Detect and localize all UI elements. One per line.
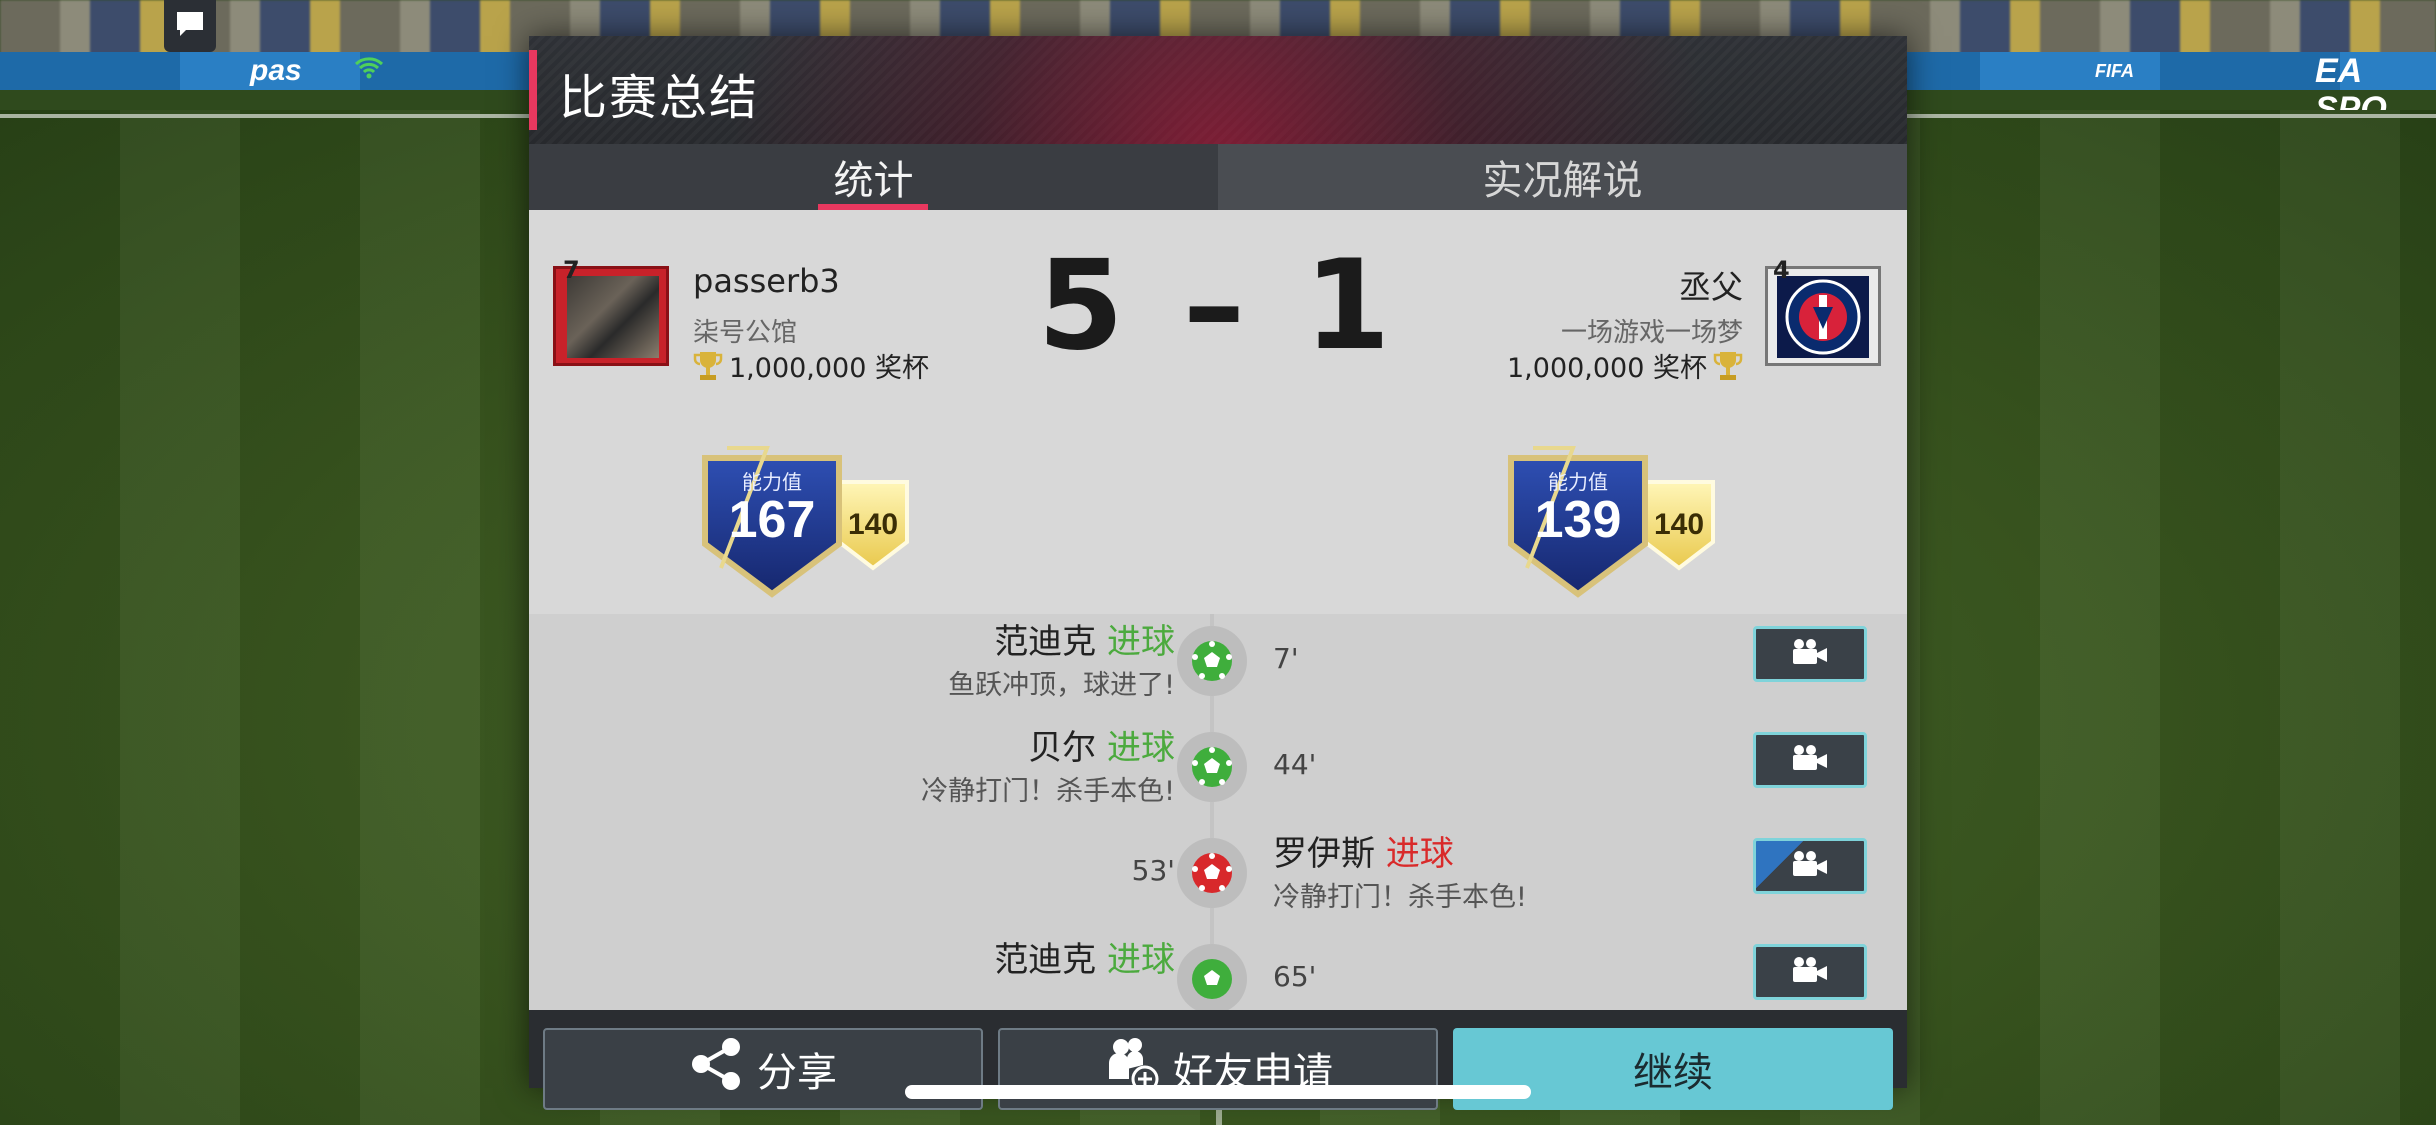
event-player: 贝尔	[1028, 728, 1097, 768]
continue-label: 继续	[1633, 1050, 1713, 1096]
video-camera-icon	[1790, 850, 1830, 882]
wifi-icon	[354, 56, 384, 84]
away-team-crest: 4	[1765, 256, 1881, 366]
away-trophies-text: 1,000,000 奖杯	[1507, 353, 1707, 384]
event-type: 进球	[1107, 940, 1175, 980]
soccer-ball-icon	[1177, 626, 1247, 696]
replay-button[interactable]	[1753, 838, 1867, 894]
tab-commentary[interactable]: 实况解说	[1218, 144, 1907, 210]
event-minute: 44'	[1273, 748, 1317, 781]
tab-stats[interactable]: 统计	[529, 144, 1218, 210]
summary-content: 7 passerb3 柒号公馆 1,000,000 奖杯 5 – 1 4 丞父	[529, 210, 1907, 1010]
trophy-icon	[1713, 349, 1743, 383]
away-rating-value: 139	[1534, 491, 1622, 549]
soccer-ball-icon	[1177, 838, 1247, 908]
video-camera-icon	[1790, 744, 1830, 776]
event-description: 冷静打门！杀手本色!	[921, 776, 1175, 807]
scoreboard: 7 passerb3 柒号公馆 1,000,000 奖杯 5 – 1 4 丞父	[529, 210, 1907, 614]
event-description: 冷静打门！杀手本色!	[1273, 882, 1527, 913]
event-type: 进球	[1107, 728, 1175, 768]
share-label: 分享	[757, 1050, 837, 1096]
away-rating-badge: 能力值 139 140	[1503, 444, 1743, 604]
modal-title: 比赛总结	[559, 70, 760, 126]
board-text-left: pas	[250, 54, 302, 87]
event-description: 鱼跃冲顶，球进了!	[948, 670, 1175, 701]
home-rating-value: 167	[728, 491, 816, 549]
away-player-name: 丞父	[1678, 268, 1743, 306]
home-rating-badge: 能力值 167 140	[697, 444, 937, 604]
video-camera-icon	[1790, 638, 1830, 670]
match-events-list[interactable]: 范迪克 进球 鱼跃冲顶，球进了! 7' 贝尔 进球 冷静打门！杀手本色! 44'…	[529, 614, 1907, 1010]
soccer-ball-icon	[1177, 944, 1247, 1010]
replay-button[interactable]	[1753, 944, 1867, 1000]
event-player: 范迪克	[994, 940, 1097, 980]
home-rating-secondary: 140	[847, 508, 899, 541]
event-minute: 7'	[1273, 642, 1299, 675]
event-player: 罗伊斯	[1273, 834, 1375, 874]
away-trophies: 1,000,000 奖杯	[1507, 346, 1743, 385]
away-club-name: 一场游戏一场梦	[1560, 318, 1743, 348]
video-camera-icon	[1790, 956, 1830, 988]
away-crest-image	[1777, 276, 1869, 358]
share-icon	[689, 1036, 745, 1102]
replay-button[interactable]	[1753, 732, 1867, 788]
modal-footer: 分享 好友申请 继续	[529, 1010, 1907, 1110]
list-item: 53' 罗伊斯 进球 冷静打门！杀手本色!	[529, 830, 1907, 926]
event-minute: 53'	[1131, 854, 1175, 887]
list-item: 范迪克 进球 鱼跃冲顶，球进了! 7'	[529, 618, 1907, 714]
event-minute: 65'	[1273, 960, 1317, 993]
match-summary-modal: 比赛总结 统计 实况解说 7 passerb3 柒号公馆 1,000,000 奖…	[529, 36, 1907, 1110]
away-crest-level: 4	[1773, 256, 1790, 284]
tab-bar: 统计 实况解说	[529, 144, 1907, 210]
list-item: 贝尔 进球 冷静打门！杀手本色! 44'	[529, 724, 1907, 820]
home-indicator[interactable]	[905, 1085, 1531, 1099]
board-text-right: EA SPO	[2315, 52, 2387, 128]
list-item: 范迪克 进球 65'	[529, 936, 1907, 1010]
away-rating-secondary: 140	[1653, 508, 1705, 541]
event-type: 进球	[1385, 834, 1454, 874]
replay-button[interactable]	[1753, 626, 1867, 682]
board-text-mid: FIFA	[2095, 61, 2134, 81]
event-player: 范迪克	[994, 622, 1097, 662]
tab-stats-label: 统计	[833, 158, 914, 204]
tab-commentary-label: 实况解说	[1482, 158, 1643, 204]
event-type: 进球	[1107, 622, 1175, 662]
header-accent	[529, 50, 537, 130]
soccer-ball-icon	[1177, 732, 1247, 802]
modal-header: 比赛总结	[529, 36, 1907, 144]
chat-button[interactable]	[164, 0, 216, 52]
chat-icon	[174, 9, 206, 43]
